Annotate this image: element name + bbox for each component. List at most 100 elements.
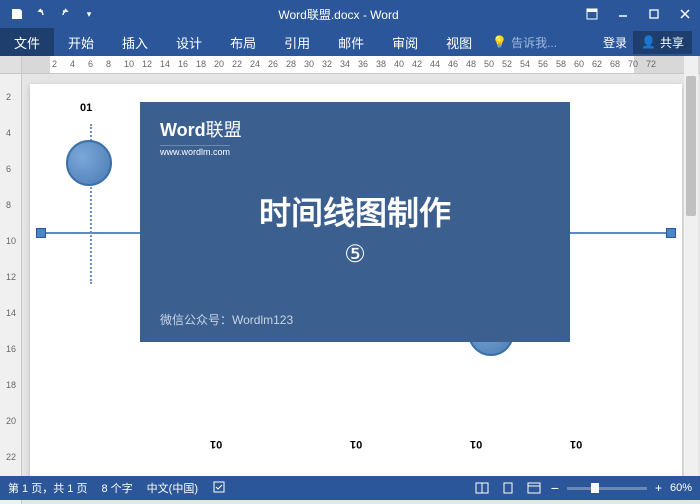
- overlay-number: ⑤: [160, 240, 550, 269]
- ruler-tick: 72: [646, 59, 656, 69]
- timeline-label: 01: [80, 102, 92, 114]
- ruler-tick: 32: [322, 59, 332, 69]
- person-icon: 👤: [641, 35, 656, 49]
- ruler-tick: 60: [574, 59, 584, 69]
- workspace: 246810121416182022 01 01 01 01 01 01 01 …: [0, 74, 700, 504]
- document-canvas[interactable]: 01 01 01 01 01 01 01 Word联盟 www.wordlm.c…: [30, 84, 682, 494]
- overlay-title: 时间线图制作: [160, 188, 550, 234]
- ruler-tick: 16: [6, 344, 16, 354]
- ruler-tick: 52: [502, 59, 512, 69]
- minimize-icon[interactable]: [608, 0, 638, 28]
- tab-design[interactable]: 设计: [162, 28, 216, 56]
- tab-home[interactable]: 开始: [54, 28, 108, 56]
- ruler-tick: 24: [250, 59, 260, 69]
- title-bar: ▾ Word联盟.docx - Word: [0, 0, 700, 28]
- close-icon[interactable]: [670, 0, 700, 28]
- timeline-circle-shape[interactable]: [66, 140, 112, 186]
- timeline-label: 01: [210, 438, 222, 450]
- ruler-tick: 8: [106, 59, 111, 69]
- ruler-tick: 4: [6, 128, 11, 138]
- ruler-tick: 22: [6, 452, 16, 462]
- ruler-tick: 36: [358, 59, 368, 69]
- tab-insert[interactable]: 插入: [108, 28, 162, 56]
- ruler-tick: 22: [232, 59, 242, 69]
- maximize-icon[interactable]: [639, 0, 669, 28]
- lightbulb-icon: 💡: [492, 35, 507, 49]
- ruler-tick: 6: [6, 164, 11, 174]
- ruler-tick: 8: [6, 200, 11, 210]
- ruler-tick: 50: [484, 59, 494, 69]
- page-count[interactable]: 第 1 页，共 1 页: [8, 480, 87, 496]
- word-count[interactable]: 8 个字: [101, 480, 132, 496]
- ruler-tick: 18: [6, 380, 16, 390]
- ruler-tick: 16: [178, 59, 188, 69]
- qat-dropdown-icon[interactable]: ▾: [78, 3, 100, 25]
- tab-mailings[interactable]: 邮件: [324, 28, 378, 56]
- ruler-tick: 10: [6, 236, 16, 246]
- ruler-tick: 26: [268, 59, 278, 69]
- tell-me-label: 告诉我...: [511, 34, 557, 51]
- tab-references[interactable]: 引用: [270, 28, 324, 56]
- window-title: Word联盟.docx - Word: [100, 6, 577, 23]
- ruler-tick: 48: [466, 59, 476, 69]
- tab-review[interactable]: 审阅: [378, 28, 432, 56]
- ruler-tick: 40: [394, 59, 404, 69]
- tab-view[interactable]: 视图: [432, 28, 486, 56]
- zoom-in-icon[interactable]: +: [655, 481, 662, 495]
- redo-icon[interactable]: [54, 3, 76, 25]
- ruler-tick: 14: [6, 308, 16, 318]
- ruler-tick: 70: [628, 59, 638, 69]
- vertical-ruler[interactable]: 246810121416182022: [0, 74, 22, 504]
- share-label: 共享: [660, 34, 684, 51]
- selection-handle[interactable]: [36, 228, 46, 238]
- read-mode-icon[interactable]: [473, 480, 491, 496]
- tab-layout[interactable]: 布局: [216, 28, 270, 56]
- ruler-tick: 6: [88, 59, 93, 69]
- proofing-icon[interactable]: [212, 480, 226, 497]
- tab-file[interactable]: 文件: [0, 28, 54, 56]
- ruler-tick: 46: [448, 59, 458, 69]
- ruler-tick: 10: [124, 59, 134, 69]
- ruler-corner: [0, 56, 22, 73]
- overlay-footer: 微信公众号：Wordlm123: [160, 311, 293, 328]
- ruler-tick: 58: [556, 59, 566, 69]
- overlay-logo: Word联盟: [160, 116, 550, 142]
- timeline-label: 01: [570, 438, 582, 450]
- vertical-scrollbar[interactable]: [684, 56, 698, 476]
- zoom-slider[interactable]: [567, 487, 647, 490]
- ruler-tick: 2: [6, 92, 11, 102]
- ruler-tick: 14: [160, 59, 170, 69]
- ruler-tick: 62: [592, 59, 602, 69]
- horizontal-ruler[interactable]: 2468101214161820222426283032343638404244…: [22, 56, 700, 73]
- ruler-tick: 2: [52, 59, 57, 69]
- share-button[interactable]: 👤 共享: [633, 31, 692, 54]
- save-icon[interactable]: [6, 3, 28, 25]
- ruler-tick: 30: [304, 59, 314, 69]
- ruler-tick: 4: [70, 59, 75, 69]
- ruler-tick: 68: [610, 59, 620, 69]
- overlay-banner: Word联盟 www.wordlm.com 时间线图制作 ⑤ 微信公众号：Wor…: [140, 102, 570, 342]
- selection-handle[interactable]: [666, 228, 676, 238]
- tell-me-search[interactable]: 💡 告诉我...: [492, 34, 557, 51]
- undo-icon[interactable]: [30, 3, 52, 25]
- ruler-tick: 12: [142, 59, 152, 69]
- ruler-tick: 42: [412, 59, 422, 69]
- ribbon-options-icon[interactable]: [577, 0, 607, 28]
- web-layout-icon[interactable]: [525, 480, 543, 496]
- zoom-level[interactable]: 60%: [670, 482, 692, 494]
- status-bar: 第 1 页，共 1 页 8 个字 中文(中国) − + 60%: [0, 476, 700, 500]
- ruler-tick: 54: [520, 59, 530, 69]
- zoom-out-icon[interactable]: −: [551, 480, 559, 496]
- ruler-tick: 20: [6, 416, 16, 426]
- print-layout-icon[interactable]: [499, 480, 517, 496]
- zoom-slider-thumb[interactable]: [591, 483, 599, 493]
- ruler-tick: 20: [214, 59, 224, 69]
- login-link[interactable]: 登录: [603, 34, 627, 51]
- scrollbar-thumb[interactable]: [686, 76, 696, 216]
- language-status[interactable]: 中文(中国): [147, 480, 198, 496]
- horizontal-ruler-row: 2468101214161820222426283032343638404244…: [0, 56, 700, 74]
- timeline-label: 01: [350, 438, 362, 450]
- overlay-url: www.wordlm.com: [160, 145, 230, 157]
- ruler-tick: 34: [340, 59, 350, 69]
- ruler-tick: 56: [538, 59, 548, 69]
